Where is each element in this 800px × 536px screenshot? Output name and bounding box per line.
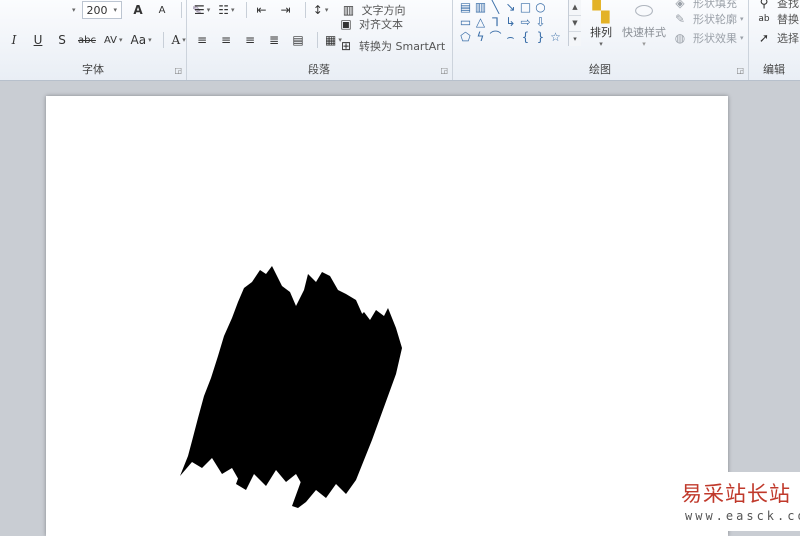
justify-icon[interactable]: ≣ bbox=[264, 31, 284, 49]
select-label: 选择 bbox=[777, 32, 799, 45]
align-right-icon[interactable]: ≡ bbox=[240, 31, 260, 49]
replace-label: 替换 bbox=[777, 13, 799, 26]
align-center-icon[interactable]: ≡ bbox=[216, 31, 236, 49]
decrease-indent-icon[interactable]: ⇤ bbox=[252, 1, 272, 19]
distributed-icon[interactable]: ▤ bbox=[288, 31, 308, 49]
align-left-icon[interactable]: ≡ bbox=[192, 31, 212, 49]
convert-smartart-button[interactable]: ⊞ 转换为 SmartArt bbox=[336, 37, 445, 55]
triangle-shape-icon[interactable]: △ bbox=[473, 15, 488, 30]
shape-outline-label: 形状轮廓 bbox=[693, 13, 737, 26]
site-watermark: 易采站长站 www.easck.com bbox=[671, 472, 800, 531]
select-button[interactable]: ➚ 选择 bbox=[754, 29, 799, 47]
left-brace-shape-icon[interactable]: { bbox=[518, 30, 533, 45]
arrange-icon: ▚ bbox=[592, 0, 610, 24]
quick-styles-label: 快速样式 bbox=[622, 26, 666, 39]
arrange-button[interactable]: ▚ 排列 ▾ bbox=[585, 0, 617, 48]
right-arrow-shape-icon[interactable]: ⇨ bbox=[518, 15, 533, 30]
star-shape-icon[interactable]: ☆ bbox=[548, 30, 563, 45]
drawing-group-label: 绘图 bbox=[589, 63, 611, 76]
font-group: 200 A A ✎ I U S abc AV Aa A 字体 ◲ bbox=[0, 0, 202, 80]
align-text-button[interactable]: ▣ 对齐文本 bbox=[336, 15, 403, 33]
font-size-dropdown[interactable]: 200 bbox=[81, 1, 123, 19]
shrink-font-button[interactable]: A bbox=[152, 1, 172, 19]
elbow-arrow-shape-icon[interactable]: ↳ bbox=[503, 15, 518, 30]
separator bbox=[317, 32, 318, 48]
separator bbox=[162, 32, 164, 48]
shapes-gallery[interactable]: ▤ ▥ ╲ ↘ □ ○ ▭ △ ⅂ ↳ ⇨ ⇩ ⬠ ϟ ⌒ ⌢ { } ☆ bbox=[458, 0, 564, 46]
shape-effects-label: 形状效果 bbox=[693, 32, 737, 45]
slide-page[interactable] bbox=[46, 96, 728, 536]
effects-icon: ◍ bbox=[674, 31, 686, 45]
line-shape-icon[interactable]: ╲ bbox=[488, 0, 503, 15]
strikethrough-button[interactable]: abc bbox=[76, 31, 98, 49]
textbox-shape-icon[interactable]: ▤ bbox=[458, 0, 473, 15]
underline-button[interactable]: U bbox=[28, 31, 48, 49]
gallery-more-icon[interactable]: ▾ bbox=[569, 32, 581, 47]
line-spacing-icon[interactable]: ↕ bbox=[311, 1, 331, 19]
separator bbox=[245, 2, 247, 18]
cursor-arrow-icon: ➚ bbox=[758, 31, 770, 45]
shapes-gallery-scrollbar[interactable]: ▲ ▼ ▾ bbox=[568, 0, 581, 46]
watermark-url: www.easck.com bbox=[685, 509, 800, 523]
grow-font-button[interactable]: A bbox=[128, 1, 148, 19]
arrow-line-shape-icon[interactable]: ↘ bbox=[503, 0, 518, 15]
brush-strokes-shape[interactable] bbox=[46, 96, 728, 536]
gallery-up-icon[interactable]: ▲ bbox=[569, 0, 581, 16]
convert-smartart-label: 转换为 SmartArt bbox=[359, 40, 446, 53]
numbering-icon[interactable]: ☷ bbox=[216, 1, 236, 19]
smartart-icon: ⊞ bbox=[340, 39, 352, 53]
font-name-dropdown[interactable] bbox=[68, 1, 78, 19]
editing-group-label: 编辑 bbox=[763, 63, 785, 76]
down-arrow-shape-icon[interactable]: ⇩ bbox=[533, 15, 548, 30]
arrange-label: 排列 bbox=[590, 26, 612, 39]
rounded-rectangle-shape-icon[interactable]: ▭ bbox=[458, 15, 473, 30]
right-brace-shape-icon[interactable]: } bbox=[533, 30, 548, 45]
oval-shape-icon[interactable]: ○ bbox=[533, 0, 548, 15]
pen-icon: ✎ bbox=[674, 12, 686, 26]
font-group-label: 字体 bbox=[82, 63, 104, 76]
change-case-button[interactable]: Aa bbox=[129, 31, 154, 49]
curve-shape-icon[interactable]: ⌒ bbox=[488, 30, 503, 45]
paragraph-group: ☰ ☷ ⇤ ⇥ ↕ ▥ 文字方向 ≡ ≡ ≡ ≣ ▤ ▦ ▣ 对齐文本 bbox=[186, 0, 453, 80]
arc-shape-icon[interactable]: ⌢ bbox=[503, 30, 518, 45]
bullets-icon[interactable]: ☰ bbox=[192, 1, 212, 19]
drawing-dialog-launcher-icon[interactable]: ◲ bbox=[736, 66, 744, 75]
rectangle-shape-icon[interactable]: □ bbox=[518, 0, 533, 15]
watermark-title: 易采站长站 bbox=[681, 482, 791, 506]
paragraph-dialog-launcher-icon[interactable]: ◲ bbox=[440, 66, 448, 75]
font-dialog-launcher-icon[interactable]: ◲ bbox=[174, 66, 182, 75]
align-text-label: 对齐文本 bbox=[359, 18, 403, 31]
separator bbox=[304, 2, 306, 18]
elbow-connector-shape-icon[interactable]: ⅂ bbox=[488, 15, 503, 30]
align-text-icon: ▣ bbox=[340, 17, 352, 31]
replace-button[interactable]: ab 替换 bbox=[754, 10, 799, 28]
replace-icon: ab bbox=[758, 14, 770, 24]
quick-styles-button[interactable]: ⬭ 快速样式 ▾ bbox=[620, 0, 668, 48]
shape-outline-button[interactable]: ✎ 形状轮廓 ▾ bbox=[670, 10, 744, 28]
vertical-textbox-shape-icon[interactable]: ▥ bbox=[473, 0, 488, 15]
italic-button[interactable]: I bbox=[4, 31, 24, 49]
character-spacing-button[interactable]: AV bbox=[102, 31, 125, 49]
shape-effects-button[interactable]: ◍ 形状效果 ▾ bbox=[670, 29, 744, 47]
increase-indent-icon[interactable]: ⇥ bbox=[276, 1, 296, 19]
freeform-shape-icon[interactable]: ⬠ bbox=[458, 30, 473, 45]
quick-styles-icon: ⬭ bbox=[634, 0, 654, 24]
text-shadow-button[interactable]: S bbox=[52, 31, 72, 49]
scribble-shape-icon[interactable]: ϟ bbox=[473, 30, 488, 45]
ribbon: 200 A A ✎ I U S abc AV Aa A 字体 ◲ ☰ ☷ ⇤ ⇥… bbox=[0, 0, 800, 81]
gallery-down-icon[interactable]: ▼ bbox=[569, 16, 581, 32]
paragraph-group-label: 段落 bbox=[308, 63, 330, 76]
separator bbox=[181, 2, 183, 18]
